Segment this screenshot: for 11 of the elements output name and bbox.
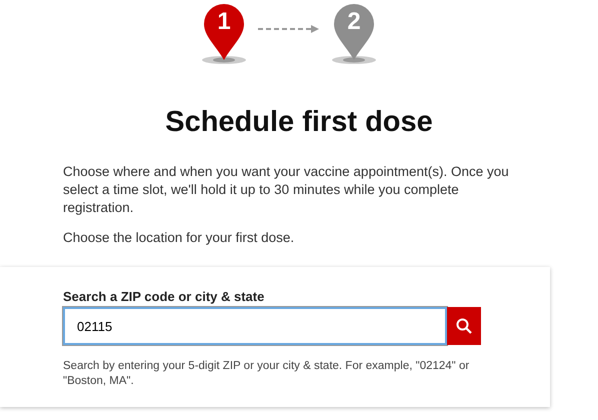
page-title: Schedule first dose <box>164 106 434 139</box>
search-icon <box>456 318 472 334</box>
search-label: Search a ZIP code or city & state <box>63 289 264 304</box>
intro-paragraph: Choose the location for your first dose. <box>63 229 296 247</box>
intro-paragraph: Choose where and when you want your vaccine appointment(s). Once you select a time slot, we'll hold it up to 30 minutes while you complete registration. <box>63 163 510 217</box>
search-button[interactable] <box>447 307 481 345</box>
search-field[interactable]: 02115 <box>63 307 447 345</box>
search-hint: Search by entering your 5-digit ZIP or your city & state. For example, "02124" or "Boston, MA". <box>63 359 470 389</box>
step-number: 1 <box>216 8 232 36</box>
dashed-arrow-icon <box>258 24 320 34</box>
step-number: 2 <box>346 8 362 36</box>
